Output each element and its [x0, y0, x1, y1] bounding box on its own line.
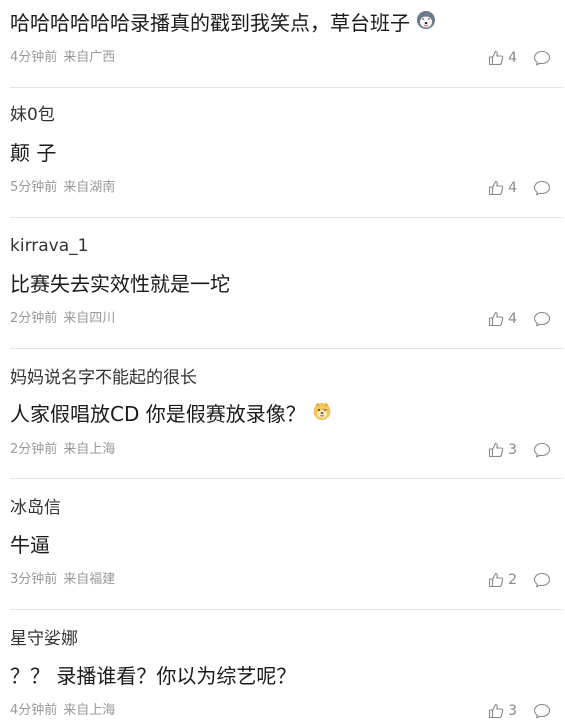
thumbs-up-icon [488, 703, 504, 719]
like-count: 2 [508, 572, 517, 588]
comment-bubble-icon [533, 703, 551, 719]
comment-time: 2分钟前 [10, 442, 58, 457]
comment-text: 牛逼 [10, 533, 50, 557]
comment-item: 妈妈说名字不能起的很长 人家假唱放CD 你是假赛放录像？ 2分钟前 来自上海 3 [10, 349, 555, 479]
comment-text: 比赛失去实效性就是一坨 [10, 272, 230, 296]
reply-button[interactable] [533, 50, 551, 66]
comment-time: 3分钟前 [10, 572, 58, 587]
comment-item: 星守娑娜 ？？ 录播谁看？你以为综艺呢？ 4分钟前 来自上海 3 [10, 610, 555, 724]
comment-meta: 5分钟前 来自湖南 [10, 179, 115, 197]
comment-location: 来自四川 [63, 311, 116, 326]
comment-item: 冰岛信 牛逼 3分钟前 来自福建 2 [10, 479, 555, 609]
comment-item: kirrava_1 比赛失去实效性就是一坨 2分钟前 来自四川 4 [10, 218, 555, 348]
comment-meta: 4分钟前 来自广西 [10, 49, 115, 67]
thumbs-up-icon [488, 180, 504, 196]
comment-content: 哈哈哈哈哈哈录播真的戳到我笑点，草台班子 [10, 10, 436, 36]
comment-meta: 3分钟前 来自福建 [10, 571, 115, 589]
comment-username[interactable]: 冰岛信 [10, 497, 61, 519]
doge-emoji-icon [312, 401, 332, 427]
comment-username[interactable]: 妈妈说名字不能起的很长 [10, 367, 197, 389]
comment-location: 来自上海 [63, 703, 116, 718]
comment-time: 4分钟前 [10, 50, 58, 65]
like-count: 3 [508, 442, 517, 458]
like-count: 4 [508, 180, 517, 196]
comment-meta: 2分钟前 来自四川 [10, 310, 115, 328]
reply-button[interactable] [533, 703, 551, 719]
like-button[interactable]: 3 [488, 442, 517, 458]
comment-time: 4分钟前 [10, 703, 58, 718]
comment-location: 来自上海 [63, 442, 116, 457]
reply-button[interactable] [533, 311, 551, 327]
like-count: 3 [508, 703, 517, 719]
comment-text: 哈哈哈哈哈哈录播真的戳到我笑点，草台班子 [10, 11, 410, 35]
like-count: 4 [508, 50, 517, 66]
comment-location: 来自湖南 [63, 180, 116, 195]
comment-bubble-icon [533, 50, 551, 66]
comment-time: 2分钟前 [10, 311, 58, 326]
thumbs-up-icon [488, 572, 504, 588]
like-count: 4 [508, 311, 517, 327]
comment-meta: 2分钟前 来自上海 [10, 441, 115, 459]
comment-text: 人家假唱放CD 你是假赛放录像？ [10, 402, 306, 426]
comment-bubble-icon [533, 572, 551, 588]
like-button[interactable]: 4 [488, 311, 517, 327]
comment-location: 来自广西 [63, 50, 116, 65]
comment-location: 来自福建 [63, 572, 116, 587]
thumbs-up-icon [488, 442, 504, 458]
like-button[interactable]: 2 [488, 572, 517, 588]
comment-bubble-icon [533, 442, 551, 458]
thumbs-up-icon [488, 50, 504, 66]
husky-emoji-icon [416, 10, 436, 36]
comment-content: 牛逼 [10, 532, 50, 558]
comment-content: 人家假唱放CD 你是假赛放录像？ [10, 401, 332, 427]
comment-username[interactable]: 星守娑娜 [10, 628, 78, 650]
comment-item: 哈哈哈哈哈哈录播真的戳到我笑点，草台班子 4分钟前 来自广西 4 [10, 0, 555, 85]
comment-item: 妹0包 颠 子 5分钟前 来自湖南 4 [10, 88, 555, 218]
like-button[interactable]: 4 [488, 180, 517, 196]
comment-content: ？？ 录播谁看？你以为综艺呢？ [10, 663, 296, 689]
reply-button[interactable] [533, 180, 551, 196]
comment-text: ？？ 录播谁看？你以为综艺呢？ [10, 664, 297, 688]
comment-bubble-icon [533, 180, 551, 196]
like-button[interactable]: 3 [488, 703, 517, 719]
thumbs-up-icon [488, 311, 504, 327]
comment-time: 5分钟前 [10, 180, 58, 195]
comment-username[interactable]: 妹0包 [10, 104, 55, 126]
comment-bubble-icon [533, 311, 551, 327]
comment-content: 比赛失去实效性就是一坨 [10, 271, 230, 297]
comment-username[interactable]: kirrava_1 [10, 235, 88, 257]
reply-button[interactable] [533, 572, 551, 588]
comment-content: 颠 子 [10, 140, 56, 166]
comment-text: 颠 子 [10, 141, 57, 165]
reply-button[interactable] [533, 442, 551, 458]
comment-meta: 4分钟前 来自上海 [10, 702, 115, 720]
like-button[interactable]: 4 [488, 50, 517, 66]
